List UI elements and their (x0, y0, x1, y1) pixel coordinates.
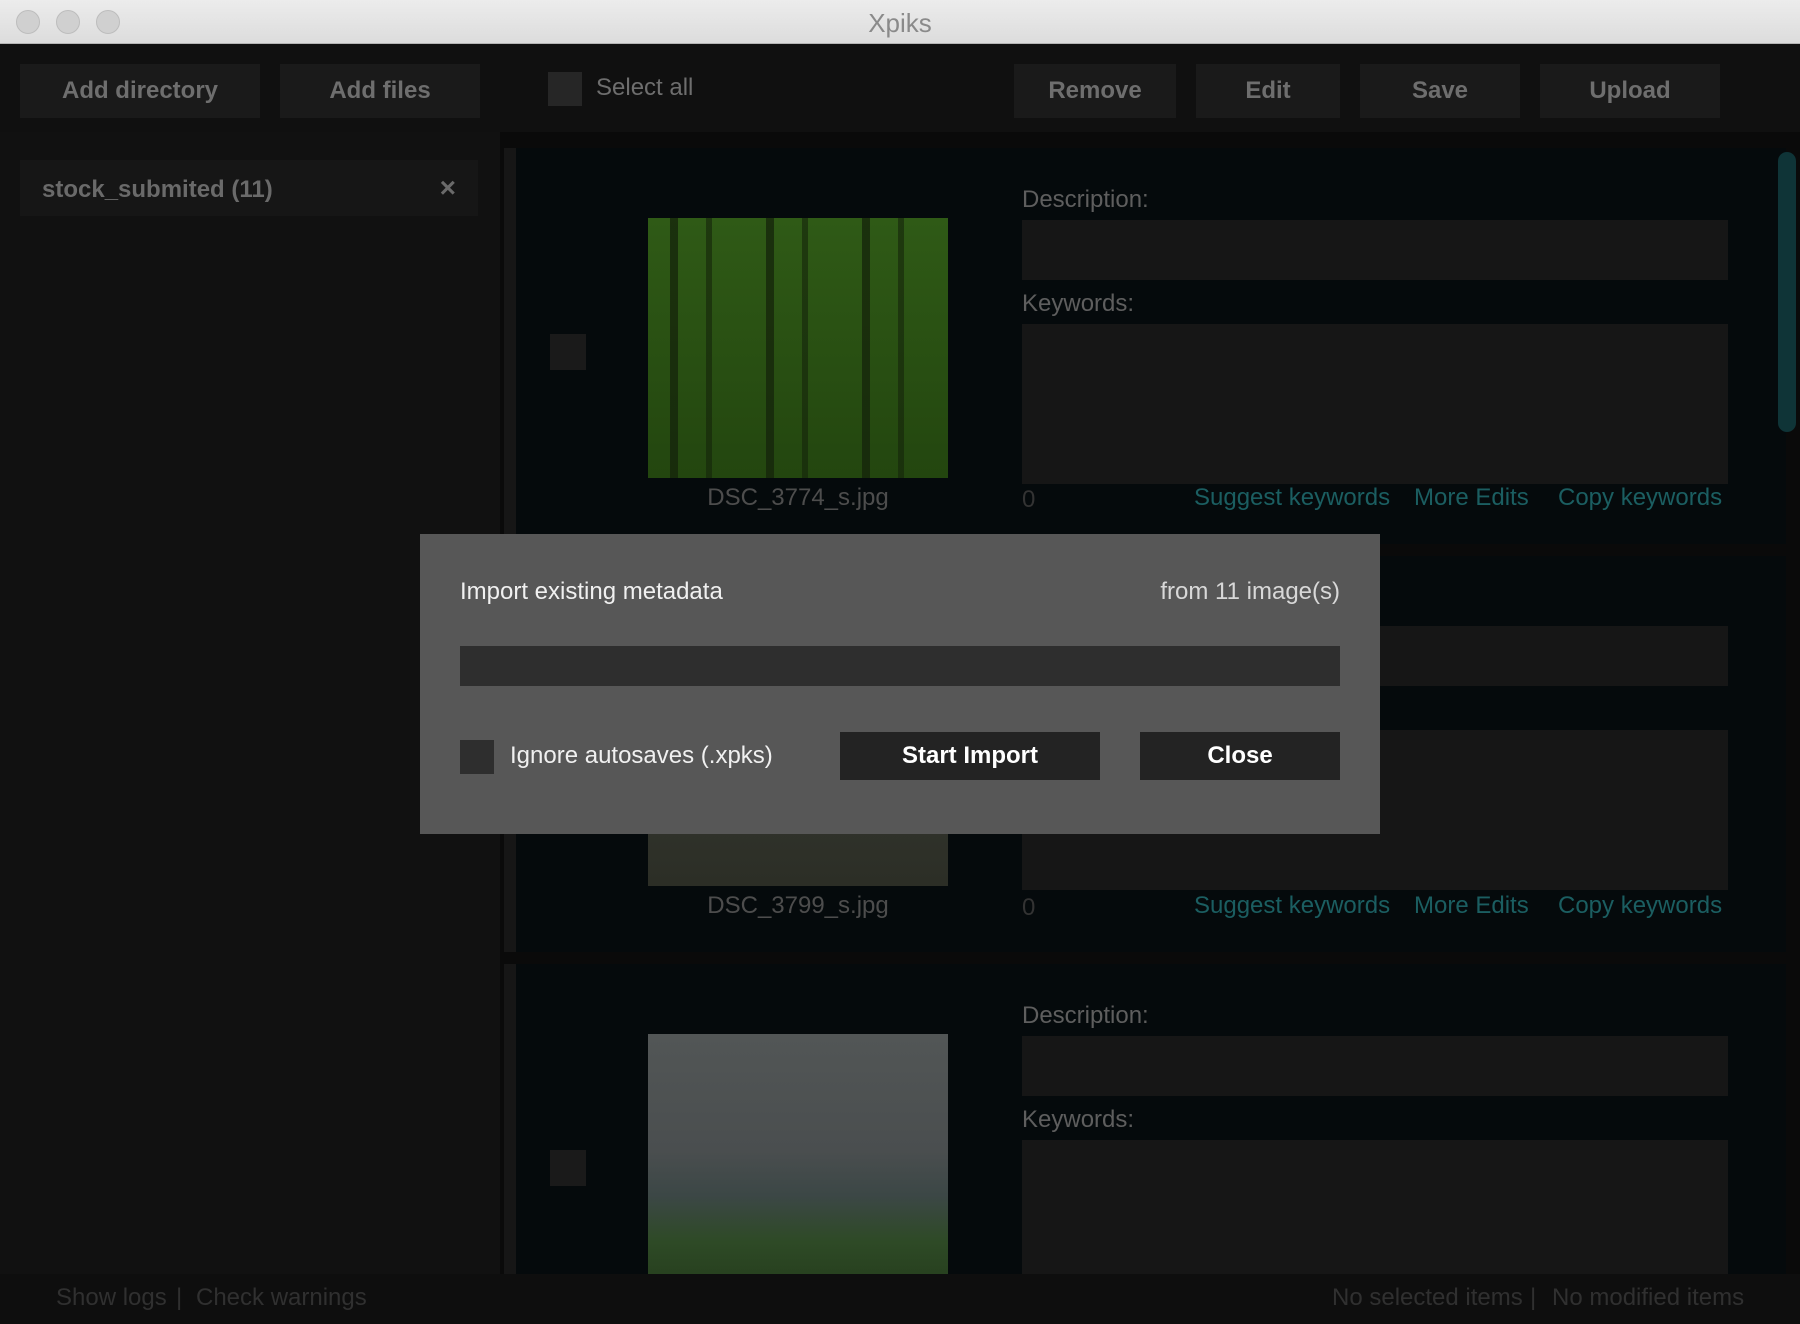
status-separator: | (176, 1284, 183, 1311)
remove-button[interactable]: Remove (1014, 64, 1176, 118)
select-all-label: Select all (596, 74, 694, 101)
import-metadata-dialog: Import existing metadata from 11 image(s… (420, 534, 1380, 834)
list-scrollbar[interactable] (1778, 152, 1796, 432)
upload-button[interactable]: Upload (1540, 64, 1720, 118)
artwork-checkbox[interactable] (550, 1150, 586, 1186)
save-button[interactable]: Save (1360, 64, 1520, 118)
show-logs-link[interactable]: Show logs (56, 1284, 167, 1312)
more-edits-link[interactable]: More Edits (1414, 892, 1529, 920)
description-input[interactable] (1022, 220, 1728, 280)
window-title: Xpiks (868, 8, 932, 38)
description-label: Description: (1022, 186, 1149, 213)
close-icon[interactable]: × (440, 172, 456, 204)
check-warnings-link[interactable]: Check warnings (196, 1284, 367, 1312)
description-label: Description: (1022, 1002, 1149, 1029)
directory-label: stock_submited (11) (42, 176, 273, 203)
artwork-filename: DSC_3774_s.jpg (707, 484, 889, 511)
toolbar: Add directory Add files Remove Edit Save… (0, 44, 1800, 132)
keywords-input[interactable] (1022, 324, 1728, 484)
add-directory-button[interactable]: Add directory (20, 64, 260, 118)
close-dialog-button[interactable]: Close (1140, 732, 1340, 780)
keywords-input[interactable] (1022, 1140, 1728, 1274)
keyword-count: 0 (1022, 486, 1036, 513)
directory-item[interactable]: stock_submited (11) × (20, 160, 478, 216)
keywords-label: Keywords: (1022, 1106, 1135, 1133)
artwork-row: Description: Keywords: (504, 964, 1786, 1274)
select-all-checkbox[interactable] (548, 72, 582, 106)
ignore-autosaves-checkbox[interactable] (460, 740, 494, 774)
add-files-button[interactable]: Add files (280, 64, 480, 118)
selected-items-status: No selected items (1332, 1284, 1523, 1311)
window-title-bar: Xpiks (0, 0, 1800, 44)
dialog-title: Import existing metadata (460, 578, 723, 605)
more-edits-link[interactable]: More Edits (1414, 484, 1529, 512)
artwork-thumbnail[interactable] (648, 218, 948, 478)
edit-button[interactable]: Edit (1196, 64, 1340, 118)
artwork-thumbnail[interactable] (648, 1034, 948, 1274)
import-progress-bar (460, 646, 1340, 686)
ignore-autosaves-label: Ignore autosaves (.xpks) (510, 742, 773, 769)
status-bar: Show logs | Check warnings No selected i… (0, 1274, 1800, 1324)
copy-keywords-link[interactable]: Copy keywords (1558, 892, 1722, 920)
artwork-checkbox[interactable] (550, 334, 586, 370)
start-import-button[interactable]: Start Import (840, 732, 1100, 780)
artwork-filename: DSC_3799_s.jpg (707, 892, 889, 919)
keywords-label: Keywords: (1022, 290, 1135, 317)
suggest-keywords-link[interactable]: Suggest keywords (1194, 484, 1390, 512)
keyword-count: 0 (1022, 894, 1036, 921)
dialog-subtitle: from 11 image(s) (1160, 578, 1340, 605)
suggest-keywords-link[interactable]: Suggest keywords (1194, 892, 1390, 920)
modified-items-status: No modified items (1552, 1284, 1745, 1311)
status-separator: | (1530, 1284, 1537, 1311)
artwork-row: DSC_3774_s.jpg Description: Keywords: 0 … (504, 148, 1786, 544)
copy-keywords-link[interactable]: Copy keywords (1558, 484, 1722, 512)
description-input[interactable] (1022, 1036, 1728, 1096)
